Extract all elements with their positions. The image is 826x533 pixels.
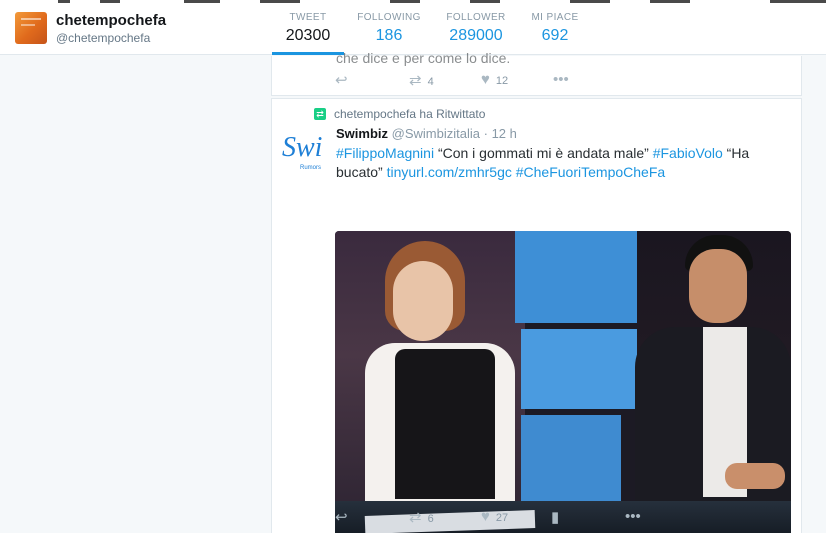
reply-button[interactable]: ↩: [335, 71, 348, 89]
author-avatar[interactable]: Swi Rumors: [282, 132, 328, 178]
tweet-media-photo[interactable]: [335, 231, 791, 533]
profile-handle: @chetempochefa: [56, 31, 151, 45]
analytics-button[interactable]: ▮: [551, 508, 559, 526]
heart-icon: ♥: [481, 71, 490, 88]
tweet-link[interactable]: tinyurl.com/zmhr5gc: [387, 164, 512, 180]
more-icon: •••: [625, 508, 641, 525]
reply-icon: ↩: [335, 72, 348, 89]
previous-tweet-text: che dice e per come lo dice.: [336, 50, 511, 66]
stat-tweets-label: TWEET: [289, 12, 327, 23]
stat-followers[interactable]: FOLLOWER 289000: [440, 12, 512, 45]
retweet-icon: ⇄: [409, 72, 422, 89]
stat-following-value: 186: [375, 27, 403, 44]
heart-icon: ♥: [481, 508, 490, 525]
previous-tweet[interactable]: che dice e per come lo dice. ↩ ⇄ 4 ♥ 12 ••…: [271, 50, 802, 96]
more-button[interactable]: •••: [625, 508, 641, 525]
author-handle[interactable]: @Swimbizitalia: [392, 126, 480, 141]
stat-likes-value: 692: [541, 27, 569, 44]
hashtag-fabiovolo[interactable]: #FabioVolo: [653, 145, 723, 161]
profile-navbar: chetempochefa @chetempochefa TWEET 20300…: [0, 3, 826, 55]
stat-likes-label: MI PIACE: [531, 12, 579, 23]
analytics-icon: ▮: [551, 509, 560, 526]
stat-followers-value: 289000: [449, 27, 503, 44]
retweet-badge-icon: ⇄: [314, 108, 326, 120]
like-count: 27: [495, 512, 509, 524]
profile-avatar[interactable]: [15, 12, 47, 44]
author-avatar-logo: Swi: [282, 132, 323, 163]
tweet-header: Swimbiz @Swimbizitalia · 12 h: [336, 126, 517, 141]
stat-likes[interactable]: MI PIACE 692: [522, 12, 588, 45]
stat-following[interactable]: FOLLOWING 186: [353, 12, 425, 45]
retweet-button[interactable]: ⇄ 6: [409, 508, 434, 526]
more-button[interactable]: •••: [553, 71, 569, 88]
retweet-context-text[interactable]: chetempochefa ha Ritwittato: [334, 107, 485, 121]
tweet-text: #FilippoMagnini “Con i gommati mi è anda…: [336, 144, 776, 182]
reply-button[interactable]: ↩: [335, 508, 348, 526]
retweet-button[interactable]: ⇄ 4: [409, 71, 434, 89]
like-button[interactable]: ♥ 27: [481, 508, 508, 525]
timeline: che dice e per come lo dice. ↩ ⇄ 4 ♥ 12 ••…: [271, 50, 802, 533]
stat-following-label: FOLLOWING: [357, 12, 421, 23]
more-icon: •••: [553, 71, 569, 88]
active-tab-underline: [272, 52, 344, 55]
retweet-count: 4: [427, 76, 434, 88]
reply-icon: ↩: [335, 509, 348, 526]
stat-tweets[interactable]: TWEET 20300: [272, 12, 344, 45]
stat-followers-label: FOLLOWER: [446, 12, 506, 23]
tweet-time[interactable]: 12 h: [492, 126, 517, 141]
time-separator: ·: [483, 126, 488, 141]
tweet-card[interactable]: ⇄ chetempochefa ha Ritwittato Swi Rumors…: [271, 98, 802, 533]
retweet-count: 6: [427, 513, 434, 525]
hashtag-filippomagnini[interactable]: #FilippoMagnini: [336, 145, 434, 161]
like-count: 12: [495, 75, 509, 87]
like-button[interactable]: ♥ 12: [481, 71, 508, 88]
tweet-quote-1: “Con i gommati mi è andata male”: [434, 145, 653, 161]
author-avatar-subtext: Rumors: [300, 165, 322, 171]
stat-tweets-value: 20300: [285, 27, 331, 44]
profile-name[interactable]: chetempochefa: [56, 12, 166, 29]
retweet-icon: ⇄: [409, 509, 422, 526]
hashtag-chefuoritempochefa[interactable]: #CheFuoriTempoCheFa: [516, 164, 665, 180]
author-name[interactable]: Swimbiz: [336, 126, 388, 141]
